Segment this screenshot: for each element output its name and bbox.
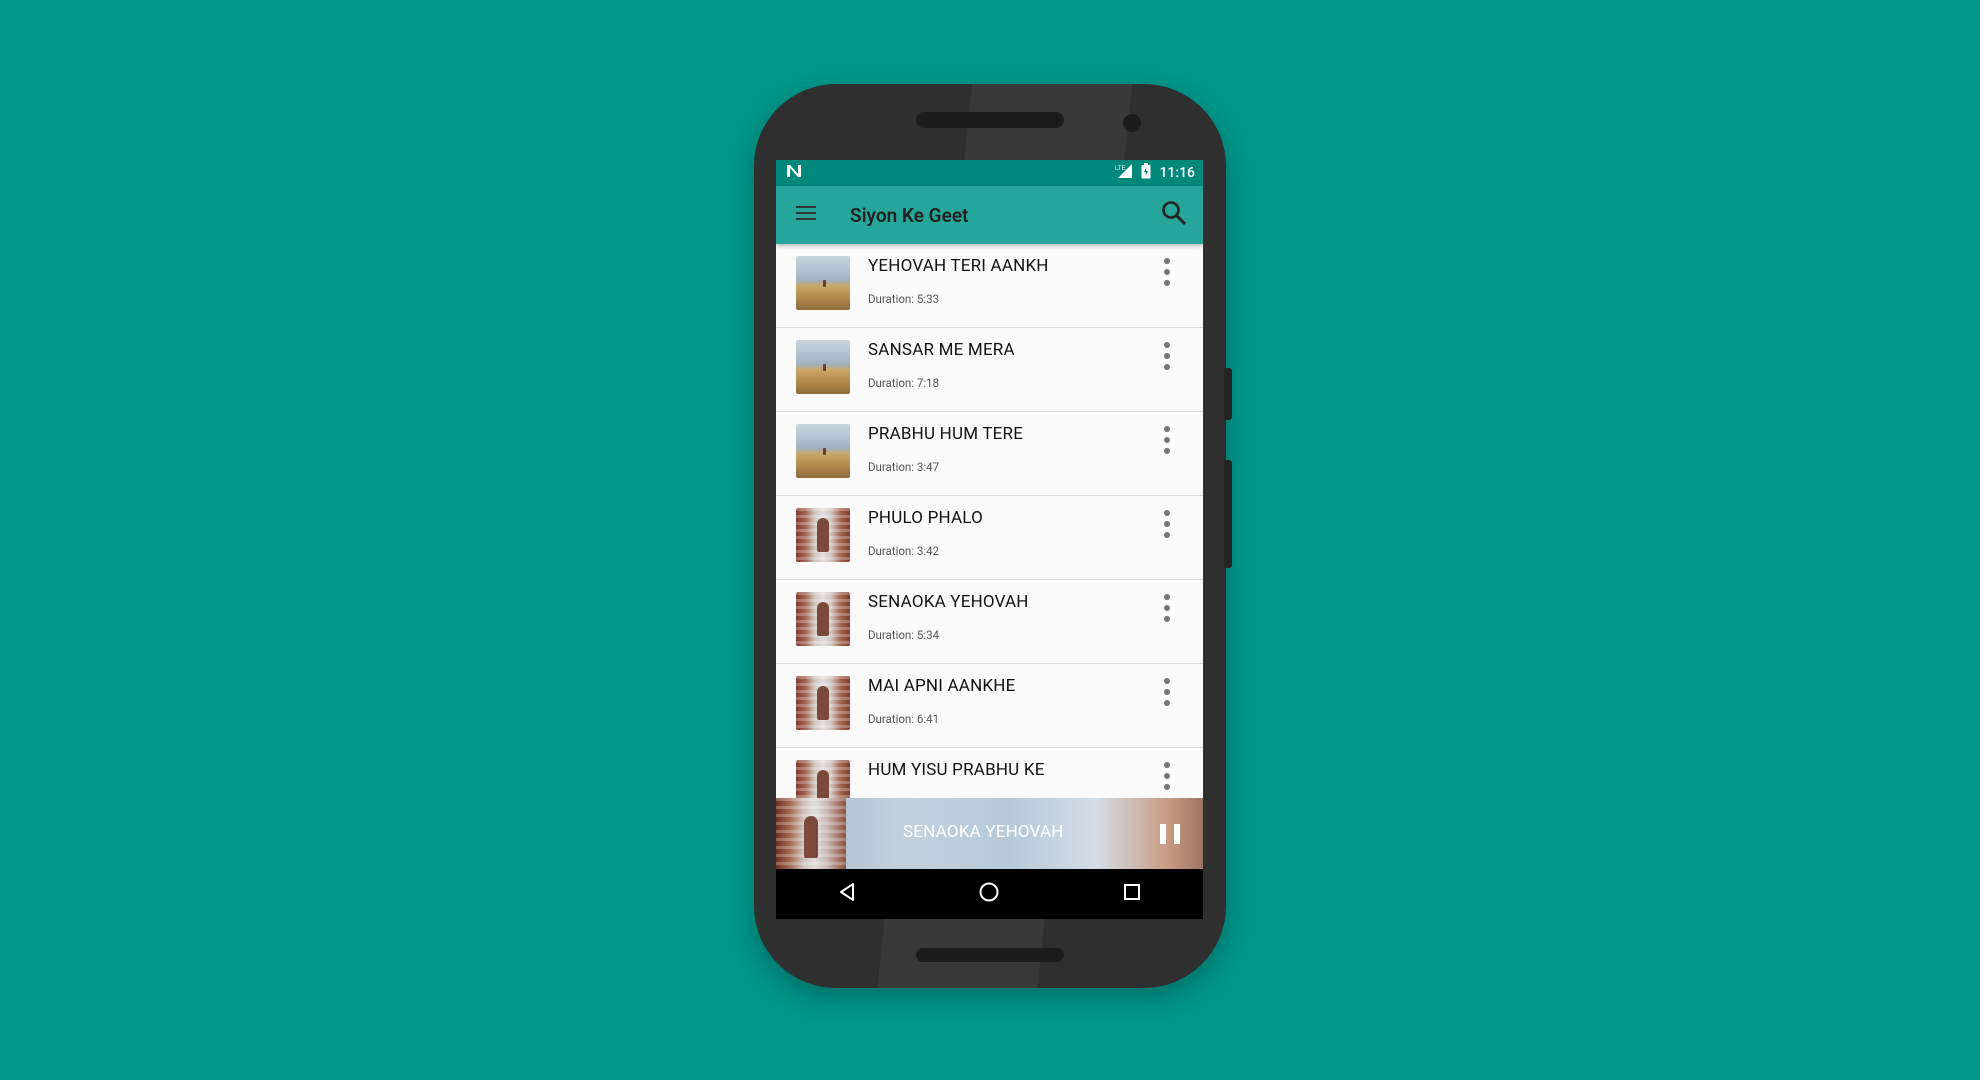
home-button[interactable] <box>959 869 1019 919</box>
song-thumbnail <box>796 424 850 478</box>
song-duration: Duration: 7:18 <box>868 376 940 390</box>
song-title: HUM YISU PRABHU KE <box>868 760 1045 780</box>
more-options-icon[interactable] <box>1154 760 1180 792</box>
system-nav-bar <box>776 869 1203 919</box>
now-playing-thumbnail <box>776 798 846 869</box>
song-row[interactable]: PRABHU HUM TERE Duration: 3:47 <box>776 412 1203 496</box>
song-row[interactable]: SENAOKA YEHOVAH Duration: 5:34 <box>776 580 1203 664</box>
pause-icon[interactable] <box>1160 824 1180 844</box>
app-title: Siyon Ke Geet <box>850 203 969 227</box>
song-row[interactable]: PHULO PHALO Duration: 3:42 <box>776 496 1203 580</box>
volume-button <box>1224 460 1232 568</box>
more-options-icon[interactable] <box>1154 340 1180 372</box>
search-icon <box>1161 200 1187 230</box>
song-thumbnail <box>796 256 850 310</box>
now-playing-bar[interactable]: SENAOKA YEHOVAH <box>776 798 1203 869</box>
song-duration: Duration: 3:47 <box>868 460 940 474</box>
song-duration: Duration: 5:33 <box>868 292 940 306</box>
song-title: SANSAR ME MERA <box>868 340 1015 360</box>
back-button[interactable] <box>817 869 877 919</box>
status-time: 11:16 <box>1159 165 1195 181</box>
song-duration: Duration: 5:34 <box>868 628 940 642</box>
back-triangle-icon <box>837 882 857 906</box>
more-options-icon[interactable] <box>1154 424 1180 456</box>
song-row[interactable]: MAI APNI AANKHE Duration: 6:41 <box>776 664 1203 748</box>
n-notification-icon <box>786 164 802 182</box>
more-options-icon[interactable] <box>1154 508 1180 540</box>
recents-button[interactable] <box>1102 869 1162 919</box>
status-bar: LTE 11:16 <box>776 160 1203 186</box>
song-thumbnail <box>796 340 850 394</box>
song-title: PHULO PHALO <box>868 508 984 528</box>
app-bar: Siyon Ke Geet <box>776 186 1203 244</box>
phone-screen: LTE 11:16 Siyon Ke Geet YEHOVAH TERI AAN… <box>776 160 1203 919</box>
song-duration: Duration: 6:41 <box>868 712 940 726</box>
more-options-icon[interactable] <box>1154 676 1180 708</box>
menu-button[interactable] <box>776 186 836 244</box>
song-row[interactable]: SANSAR ME MERA Duration: 7:18 <box>776 328 1203 412</box>
bottom-speaker <box>916 948 1064 962</box>
more-options-icon[interactable] <box>1154 592 1180 624</box>
song-thumbnail <box>796 508 850 562</box>
song-title: MAI APNI AANKHE <box>868 676 1016 696</box>
song-title: PRABHU HUM TERE <box>868 424 1024 444</box>
front-camera <box>1123 114 1141 132</box>
search-button[interactable] <box>1145 186 1203 244</box>
song-title: YEHOVAH TERI AANKH <box>868 256 1049 276</box>
song-duration: Duration: 3:42 <box>868 544 940 558</box>
hamburger-menu-icon <box>795 205 817 225</box>
song-row[interactable]: YEHOVAH TERI AANKH Duration: 5:33 <box>776 244 1203 328</box>
signal-icon: LTE <box>1115 163 1133 183</box>
song-title: SENAOKA YEHOVAH <box>868 592 1029 612</box>
more-options-icon[interactable] <box>1154 256 1180 288</box>
home-circle-icon <box>978 881 1000 907</box>
earpiece-speaker <box>916 112 1064 128</box>
svg-text:LTE: LTE <box>1115 166 1126 172</box>
battery-icon <box>1141 163 1151 183</box>
recents-square-icon <box>1122 882 1142 906</box>
power-button <box>1224 368 1232 420</box>
song-thumbnail <box>796 676 850 730</box>
song-thumbnail <box>796 592 850 646</box>
now-playing-title: SENAOKA YEHOVAH <box>903 822 1064 842</box>
